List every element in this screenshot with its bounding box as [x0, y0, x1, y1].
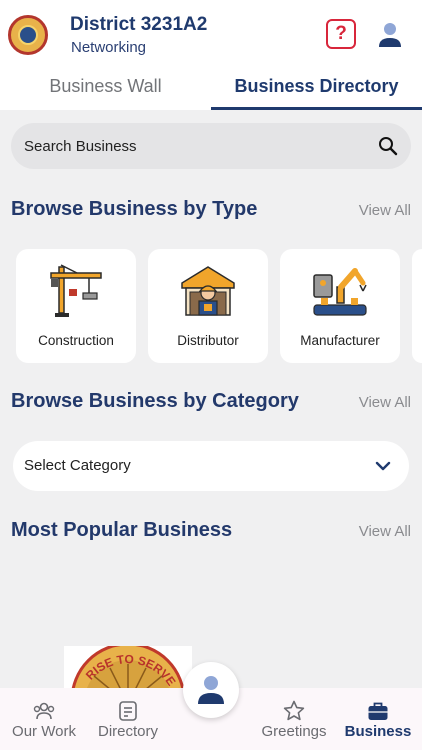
question-icon: ?	[335, 23, 347, 44]
section-title-type: Browse Business by Type	[11, 198, 258, 220]
tab-bar: Business Wall Business Directory	[0, 66, 422, 110]
user-icon	[379, 23, 401, 47]
search-input[interactable]	[24, 123, 354, 169]
business-type-label: Distributor	[177, 333, 239, 348]
tab-business-wall[interactable]: Business Wall	[0, 66, 211, 110]
people-icon	[33, 702, 55, 720]
business-type-label: Manufacturer	[300, 333, 380, 348]
star-icon	[283, 700, 305, 721]
chevron-down-icon	[375, 461, 391, 471]
briefcase-icon	[368, 702, 388, 720]
page-subtitle: Networking	[71, 39, 147, 56]
category-select-value: Select Category	[24, 457, 131, 474]
business-type-card-distributor[interactable]: Distributor	[148, 249, 268, 363]
rise-to-serve-emblem: RISE TO SERVE	[71, 646, 185, 688]
nav-label: Our Work	[12, 723, 76, 740]
directory-icon	[119, 701, 137, 721]
nav-label: Directory	[97, 723, 158, 740]
nav-item-business[interactable]: Business	[340, 688, 416, 750]
business-type-card-manufacturer[interactable]: Manufacturer	[280, 249, 400, 363]
profile-fab-button[interactable]	[183, 662, 239, 718]
nav-item-our-work[interactable]: Our Work	[6, 688, 82, 750]
crane-icon	[50, 264, 102, 317]
business-type-card-construction[interactable]: Construction	[16, 249, 136, 363]
active-tab-indicator	[211, 107, 422, 110]
search-bar[interactable]	[11, 123, 411, 169]
nav-item-directory[interactable]: Directory	[90, 688, 166, 750]
app-header: District 3231A2 Networking ? Business Wa…	[0, 0, 422, 110]
search-icon[interactable]	[378, 136, 398, 156]
view-all-categories-link[interactable]: View All	[359, 394, 411, 411]
tab-label: Business Directory	[234, 76, 399, 96]
page-title: District 3231A2	[70, 14, 208, 35]
section-title-popular: Most Popular Business	[11, 519, 233, 541]
view-all-types-link[interactable]: View All	[359, 202, 411, 219]
business-type-label: Construction	[38, 333, 114, 348]
tab-business-directory[interactable]: Business Directory	[211, 66, 422, 110]
user-icon	[198, 676, 224, 704]
view-all-popular-link[interactable]: View All	[359, 523, 411, 540]
nav-item-greetings[interactable]: Greetings	[256, 688, 332, 750]
tab-label: Business Wall	[49, 76, 162, 96]
popular-business-thumbnail[interactable]: RISE TO SERVE	[64, 646, 192, 688]
help-button[interactable]: ?	[326, 19, 356, 49]
nav-label: Business	[344, 723, 412, 740]
category-select[interactable]: Select Category	[13, 441, 409, 491]
warehouse-worker-icon	[181, 266, 235, 316]
section-title-category: Browse Business by Category	[11, 390, 299, 412]
robot-arm-icon	[313, 268, 367, 316]
district-logo	[8, 15, 48, 55]
profile-button[interactable]	[375, 20, 405, 50]
nav-label: Greetings	[261, 723, 327, 740]
business-type-card-partial[interactable]	[412, 249, 422, 363]
